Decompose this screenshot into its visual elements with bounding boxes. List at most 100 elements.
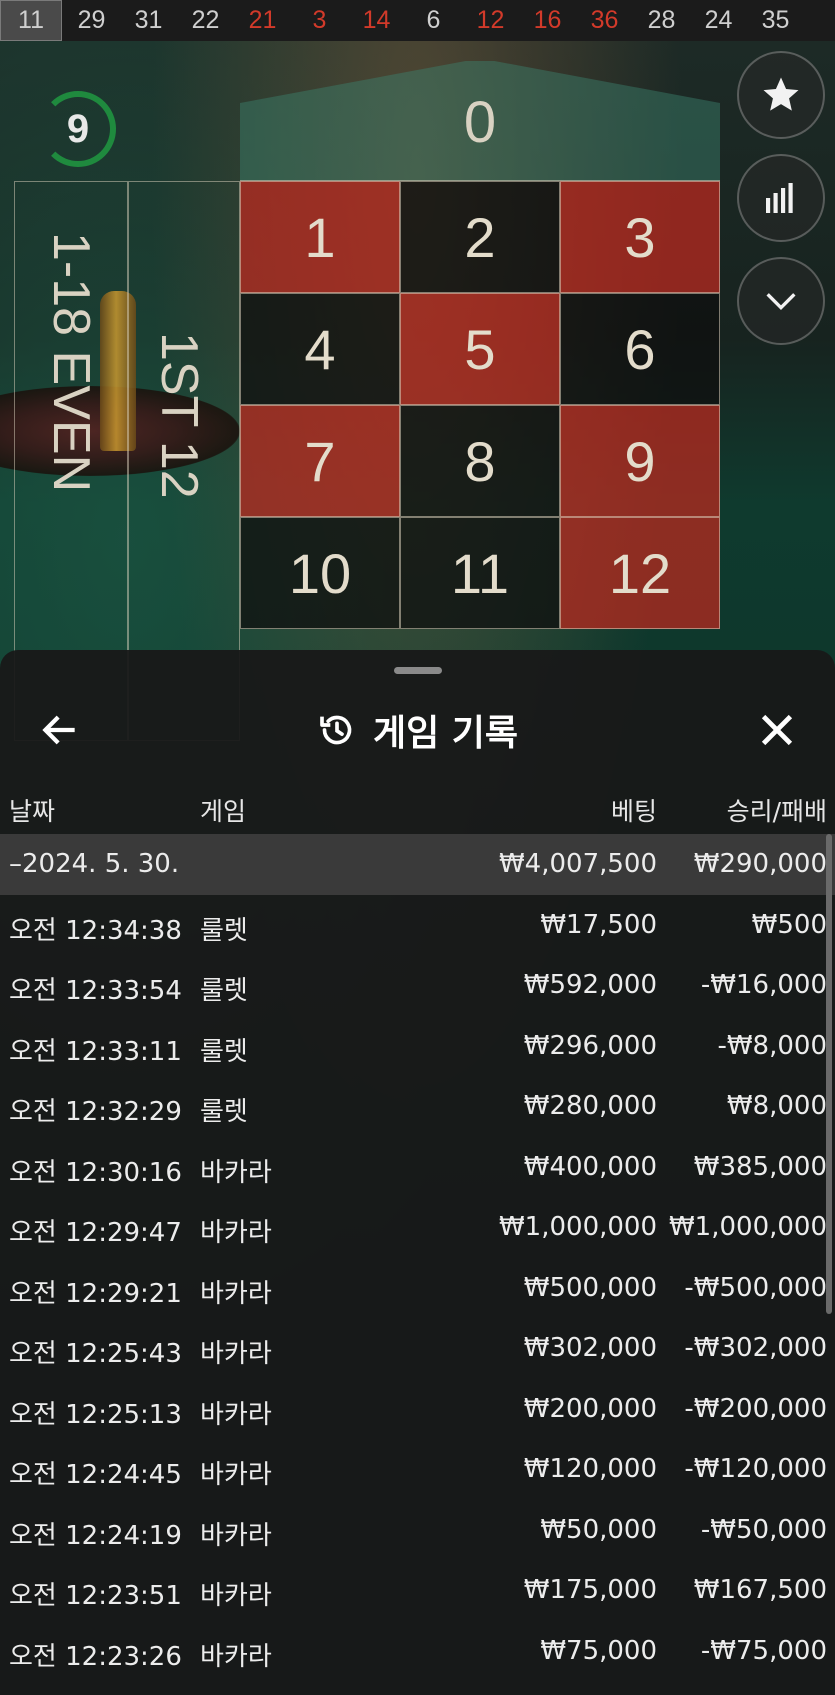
row-result: -₩16,000 [700,970,827,1000]
history-row[interactable]: 오전 12:33:11 룰렛 ₩296,000 -₩8,000 [0,1016,835,1077]
row-game: 룰렛 [200,976,248,1006]
row-time: 오전 12:34:38 [9,915,182,946]
row-game: 바카라 [200,1399,272,1430]
bet-cell-4[interactable]: 4 [240,293,400,405]
favorite-button[interactable] [737,51,825,139]
collapse-button[interactable] [737,257,825,345]
row-time: 오전 12:33:54 [9,976,182,1006]
bet-cell-6[interactable]: 6 [560,293,720,405]
recent-result: 6 [426,6,441,34]
statistics-button[interactable] [737,154,825,242]
recent-result: 29 [77,6,106,34]
sheet-drag-handle[interactable] [394,667,442,674]
history-scrollbar[interactable] [826,834,832,1314]
date-group-label: –2024. 5. 30. [9,849,180,879]
history-row[interactable]: 오전 12:29:21 바카라 ₩500,000 -₩500,000 [0,1258,835,1319]
bet-cell-12[interactable]: 12 [560,517,720,629]
recent-result: 3 [312,6,327,34]
row-game: 바카라 [200,1157,272,1188]
stats-icon [766,183,793,213]
row-result: ₩385,000 [693,1151,827,1182]
sheet-title-wrap: 게임 기록 [0,690,835,770]
row-game: 바카라 [200,1641,272,1672]
row-game: 룰렛 [200,915,248,946]
row-result: ₩500 [751,909,827,940]
bet-cell-3[interactable]: 3 [560,181,720,293]
bet-cell-9[interactable]: 9 [560,405,720,517]
row-result: ₩8,000 [726,1091,827,1121]
history-row[interactable]: 오전 12:25:13 바카라 ₩200,000 -₩200,000 [0,1379,835,1440]
bet-cell-11[interactable]: 11 [400,517,560,629]
recent-result: 16 [533,6,562,34]
bet-cell-7[interactable]: 7 [240,405,400,517]
back-button[interactable] [38,708,82,752]
chevron-down-icon [766,293,796,311]
betting-board: 0 1-18 EVEN 1ST 12 1 2 3 4 5 6 7 8 9 10 11 12 [0,41,835,741]
row-time: 오전 12:25:43 [9,1339,182,1369]
row-result: -₩50,000 [700,1514,827,1545]
row-time: 오전 12:24:45 [9,1460,182,1490]
row-game: 바카라 [200,1581,272,1611]
star-icon [763,77,799,111]
row-game: 룰렛 [200,1097,248,1127]
date-group-result: ₩290,000 [693,849,827,879]
row-result: -₩8,000 [717,1030,827,1061]
row-bet: ₩200,000 [523,1393,657,1424]
countdown-timer: 9 [40,91,116,167]
recent-result: 22 [191,6,220,34]
row-time: 오전 12:25:13 [9,1399,182,1430]
game-history-sheet: 게임 기록 날짜 게임 베팅 승리/패배 –2024. 5. 30. ₩4,00… [0,650,835,1695]
close-button[interactable] [754,707,800,753]
row-result: ₩167,500 [693,1575,827,1605]
recent-result: 31 [134,6,163,34]
row-time: 오전 12:32:29 [9,1097,182,1127]
row-bet: ₩592,000 [523,970,657,1000]
row-bet: ₩120,000 [523,1454,657,1484]
row-game: 바카라 [200,1520,272,1551]
timer-value: 9 [66,106,90,151]
close-icon [761,714,793,746]
bet-cell-5[interactable]: 5 [400,293,560,405]
row-bet: ₩280,000 [523,1091,657,1121]
recent-result: 35 [761,6,790,34]
row-result: -₩500,000 [684,1272,827,1303]
row-bet: ₩296,000 [523,1030,657,1061]
sheet-header: 게임 기록 [0,690,835,770]
history-row[interactable]: 오전 12:30:16 바카라 ₩400,000 ₩385,000 [0,1137,835,1198]
history-row[interactable]: 오전 12:23:26 바카라 ₩75,000 -₩75,000 [0,1621,835,1682]
row-bet: ₩302,000 [523,1333,657,1363]
row-game: 바카라 [200,1460,272,1490]
row-game: 바카라 [200,1278,272,1309]
date-group-row[interactable]: –2024. 5. 30. ₩4,007,500 ₩290,000 [0,834,835,895]
sheet-title: 게임 기록 [372,713,518,754]
bet-cell-1[interactable]: 1 [240,181,400,293]
history-row[interactable]: 오전 12:24:19 바카라 ₩50,000 -₩50,000 [0,1500,835,1561]
recent-result: 11 [0,0,62,41]
history-row[interactable]: 오전 12:34:38 룰렛 ₩17,500 ₩500 [0,895,835,956]
first-dozen-label: 1ST 12 [150,332,208,499]
row-time: 오전 12:29:21 [9,1278,182,1309]
bet-cell-10[interactable]: 10 [240,517,400,629]
row-result: -₩302,000 [684,1333,827,1363]
row-game: 룰렛 [200,1036,248,1067]
column-header-result: 승리/패배 [726,797,827,826]
bet-cell-2[interactable]: 2 [400,181,560,293]
row-game: 바카라 [200,1339,272,1369]
history-row[interactable]: 오전 12:29:47 바카라 ₩1,000,000 ₩1,000,000 [0,1197,835,1258]
date-group-bet: ₩4,007,500 [498,849,657,879]
history-row[interactable]: 오전 12:23:51 바카라 ₩175,000 ₩167,500 [0,1560,835,1621]
row-result: -₩75,000 [700,1635,827,1666]
row-bet: ₩50,000 [540,1514,657,1545]
row-bet: ₩500,000 [523,1272,657,1303]
history-row[interactable]: 오전 12:32:29 룰렛 ₩280,000 ₩8,000 [0,1076,835,1137]
history-icon [320,715,352,745]
history-row[interactable]: 오전 12:25:43 바카라 ₩302,000 -₩302,000 [0,1318,835,1379]
row-result: ₩1,000,000 [668,1212,827,1242]
history-row[interactable]: 오전 12:24:45 바카라 ₩120,000 -₩120,000 [0,1439,835,1500]
bet-cell-8[interactable]: 8 [400,405,560,517]
row-time: 오전 12:24:19 [9,1520,182,1551]
history-row[interactable]: 오전 12:33:54 룰렛 ₩592,000 -₩16,000 [0,955,835,1016]
recent-results-strip: 11 29 31 22 21 3 14 6 12 16 36 28 24 35 [0,0,835,41]
row-result: -₩120,000 [684,1454,827,1484]
row-time: 오전 12:23:51 [9,1581,182,1611]
